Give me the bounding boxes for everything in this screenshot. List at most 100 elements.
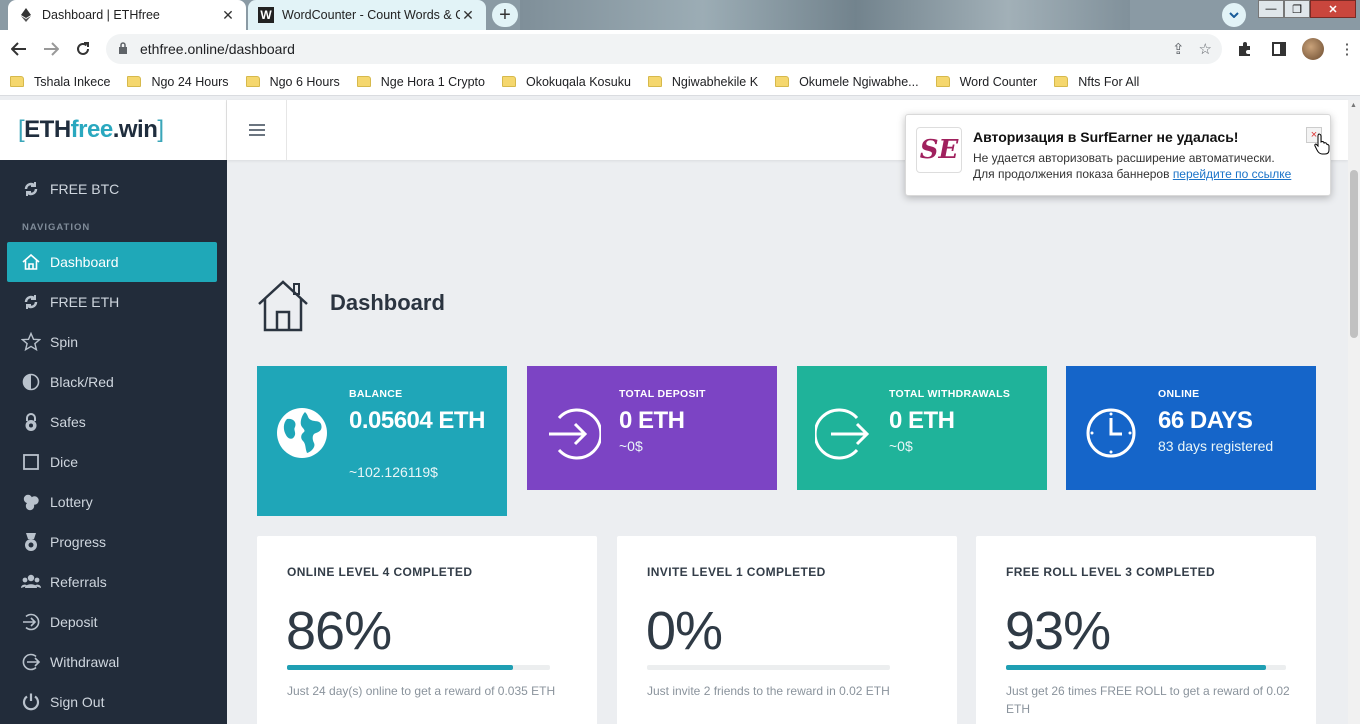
arrow-right-icon (44, 42, 59, 56)
bookmark-item[interactable]: Ngo 6 Hours (245, 74, 340, 89)
sidebar-item-label: Dashboard (50, 254, 119, 270)
tab-wordcounter[interactable]: W WordCounter - Count Words & C ✕ (248, 0, 486, 30)
balls-icon (21, 492, 41, 512)
share-icon[interactable]: ⇪ (1172, 40, 1185, 58)
logo-win: .win (112, 116, 158, 143)
chevron-down-icon (1229, 12, 1239, 18)
sidebar-item-sign-out[interactable]: Sign Out (7, 682, 217, 722)
stat-card-balance: BALANCE 0.05604 ETH ~102.126119$ (257, 366, 507, 516)
sidebar-item-spin[interactable]: Spin (7, 322, 217, 362)
more-menu-icon[interactable]: ⋮ (1336, 34, 1358, 64)
site-logo[interactable]: [ ETH free .win ] (0, 100, 227, 160)
sidebar-item-lottery[interactable]: Lottery (7, 482, 217, 522)
level-progress-track (287, 665, 550, 670)
stat-value: 0.05604 ETH (349, 407, 485, 434)
level-card: FREE ROLL LEVEL 3 COMPLETED 93% Just get 2… (976, 536, 1316, 724)
bookmark-item[interactable]: Okumele Ngiwabhe... (775, 75, 919, 89)
home-icon (256, 278, 310, 337)
level-card: INVITE LEVEL 1 COMPLETED 0% Just invite 2 … (617, 536, 957, 724)
level-progress-track (647, 665, 890, 670)
stat-label: ONLINE (1158, 388, 1200, 400)
forward-button[interactable] (35, 33, 67, 65)
menu-toggle-button[interactable] (227, 100, 287, 160)
level-title: FREE ROLL LEVEL 3 COMPLETED (1006, 565, 1216, 579)
sidebar-item-referrals[interactable]: Referrals (7, 562, 217, 602)
bookmark-item[interactable]: Ngo 24 Hours (127, 75, 229, 89)
page-scrollbar[interactable]: ▲ (1348, 100, 1360, 724)
bookmark-item[interactable]: Nfts For All (1054, 75, 1139, 89)
stat-subvalue: ~102.126119$ (349, 464, 438, 480)
bookmarks-bar: Tshala Inkece Ngo 24 Hours Ngo 6 Hours Nge … (0, 68, 1360, 96)
surfearner-notification: SE Авторизация в SurfEarner не удалась! … (905, 114, 1331, 196)
level-percent: 0% (646, 601, 723, 661)
clock-icon (1084, 406, 1138, 465)
ethereum-icon (18, 7, 34, 23)
stat-subvalue: 83 days registered (1158, 438, 1274, 454)
sidebar-item-black-red[interactable]: Black/Red (7, 362, 217, 402)
bookmark-item[interactable]: Ngiwabhekile K (647, 75, 758, 89)
bookmark-label: Okokuqala Kosuku (525, 74, 631, 89)
sidebar-item-dice[interactable]: Dice (7, 442, 217, 482)
medal-icon (21, 532, 41, 552)
sidebar-item-progress[interactable]: Progress (7, 522, 217, 562)
sidebar-item-label: Referrals (50, 574, 107, 590)
new-tab-button[interactable]: + (492, 3, 518, 27)
side-panel-icon[interactable] (1268, 34, 1290, 64)
tab-search-button[interactable] (1222, 3, 1246, 27)
bookmark-item[interactable]: Okokuqala Kosuku (501, 74, 631, 89)
bookmark-item[interactable]: Nge Hora 1 Crypto (356, 75, 485, 89)
sidebar-item-free-eth[interactable]: FREE ETH (7, 282, 217, 322)
bookmark-star-icon[interactable]: ☆ (1199, 40, 1212, 58)
minimize-window-button[interactable]: — (1258, 0, 1284, 18)
level-card: ONLINE LEVEL 4 COMPLETED 86% Just 24 day(s… (257, 536, 597, 724)
sidebar-item-safes[interactable]: Safes (7, 402, 217, 442)
stat-value: 0 ETH (889, 407, 955, 434)
half-circle-icon (21, 372, 41, 392)
sidebar-item-deposit[interactable]: Deposit (7, 602, 217, 642)
bookmark-label: Tshala Inkece (34, 74, 111, 89)
bookmark-label: Nfts For All (1078, 74, 1140, 89)
close-window-button[interactable]: ✕ (1310, 0, 1356, 18)
sidebar-item-withdrawal[interactable]: Withdrawal (7, 642, 217, 682)
bookmark-label: Ngo 6 Hours (269, 74, 340, 89)
sidebar: [ ETH free .win ] FREE BTC NAVIGATION Da… (0, 100, 227, 724)
close-tab-icon[interactable]: ✕ (460, 7, 476, 24)
folder-icon (1054, 76, 1069, 87)
level-percent: 93% (1005, 601, 1111, 661)
star-icon (21, 332, 41, 352)
address-bar[interactable]: ethfree.online/dashboard ⇪ ☆ (106, 34, 1222, 64)
square-icon (21, 452, 41, 472)
power-icon (21, 692, 41, 712)
scroll-up-icon[interactable]: ▲ (1350, 102, 1357, 109)
sidebar-item-dashboard[interactable]: Dashboard (7, 242, 217, 282)
stat-card-online: ONLINE 66 DAYS 83 days registered (1066, 366, 1316, 490)
bookmark-item[interactable]: Tshala Inkece (10, 75, 110, 89)
scrollbar-thumb[interactable] (1350, 170, 1358, 338)
logo-bracket: ] (157, 116, 164, 143)
back-button[interactable] (3, 33, 35, 65)
level-description: Just 24 day(s) online to get a reward of… (287, 684, 556, 698)
extensions-puzzle-icon[interactable] (1234, 34, 1256, 64)
reload-button[interactable] (67, 33, 99, 65)
stat-label: BALANCE (349, 388, 403, 400)
sidebar-item-free-btc[interactable]: FREE BTC (7, 169, 217, 209)
stat-card-total-deposit: TOTAL DEPOSIT 0 ETH ~0$ (527, 366, 777, 490)
tab-title: WordCounter - Count Words & C (282, 8, 460, 22)
deposit-icon (545, 406, 603, 467)
nav-section-label: NAVIGATION (22, 222, 91, 233)
tab-title: Dashboard | ETHfree (42, 8, 160, 22)
folder-icon (356, 76, 371, 87)
sidebar-item-label: Dice (50, 454, 79, 470)
sidebar-item-label: Black/Red (50, 374, 114, 390)
hamburger-icon (248, 124, 265, 136)
tab-dashboard[interactable]: Dashboard | ETHfree ✕ (8, 0, 246, 30)
notification-link[interactable]: перейдите по ссылке (1173, 167, 1292, 181)
maximize-window-button[interactable]: ❐ (1284, 0, 1310, 18)
close-tab-icon[interactable]: ✕ (220, 7, 236, 24)
level-title: INVITE LEVEL 1 COMPLETED (647, 565, 826, 579)
sidebar-item-label: Safes (50, 414, 86, 430)
profile-avatar[interactable] (1302, 38, 1324, 60)
bookmark-item[interactable]: Word Counter (935, 75, 1037, 89)
browser-toolbar: ethfree.online/dashboard ⇪ ☆ ⋮ (0, 30, 1360, 68)
hand-cursor-icon (1314, 133, 1330, 155)
